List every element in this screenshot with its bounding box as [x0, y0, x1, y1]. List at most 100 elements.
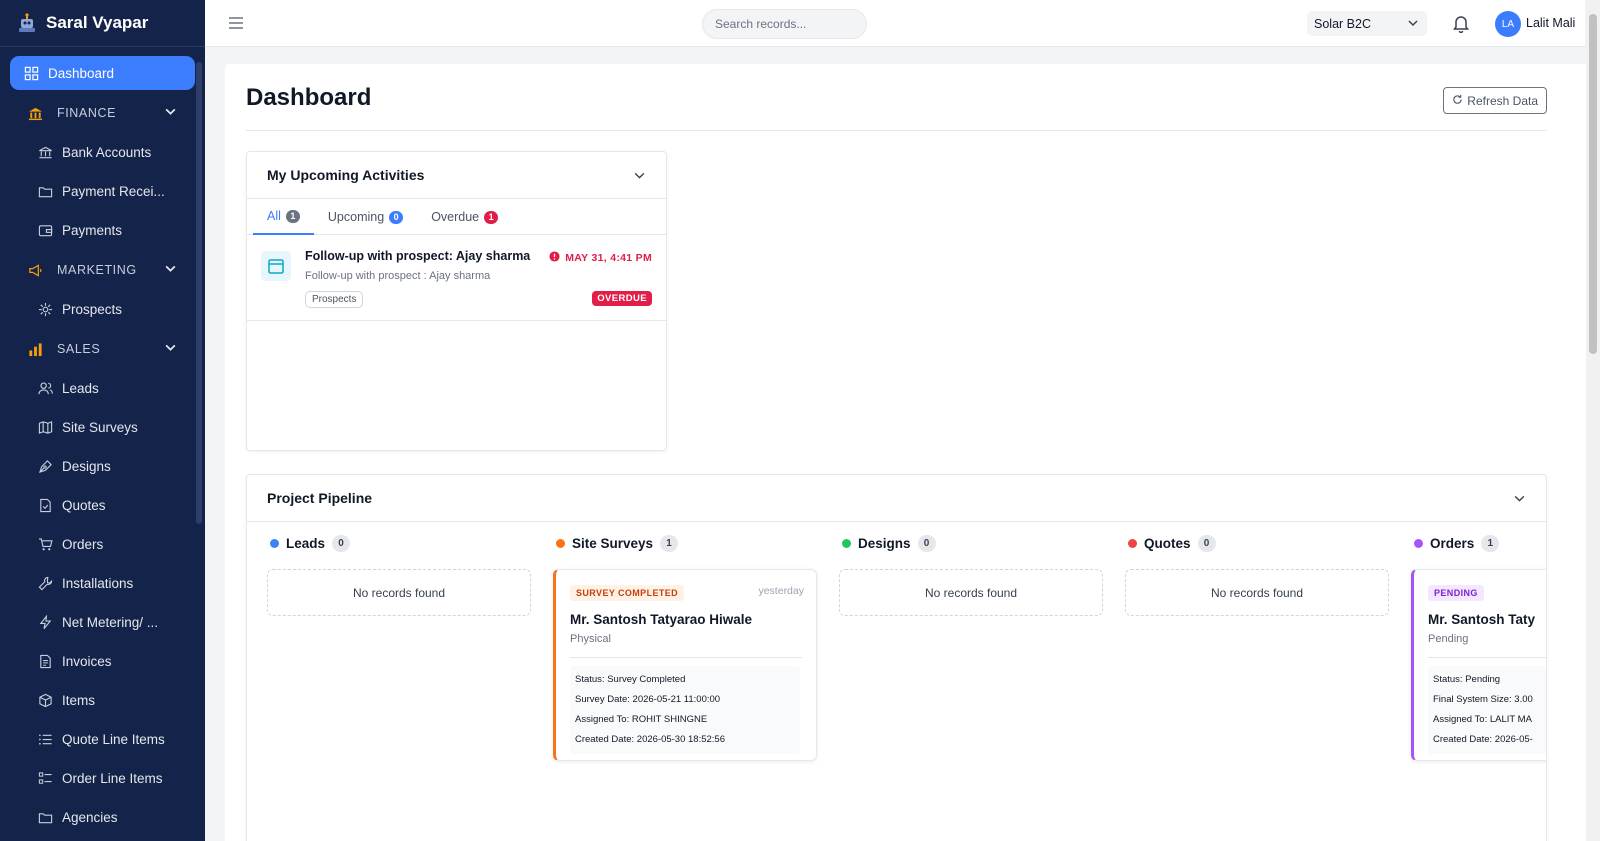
- sidebar-item-quotes[interactable]: Quotes: [10, 488, 195, 522]
- lightning-icon: [38, 614, 53, 630]
- tab-count: 0: [389, 210, 404, 224]
- sidebar-item-net-metering[interactable]: Net Metering/ ...: [10, 605, 195, 639]
- record-name[interactable]: Mr. Santosh Tatyarao Hiwale: [570, 612, 752, 627]
- column-title: Orders: [1430, 536, 1475, 551]
- status-dot: [1414, 539, 1423, 548]
- activity-date-text: MAY 31, 4:41 PM: [565, 252, 652, 264]
- sidebar-item-leads[interactable]: Leads: [10, 371, 195, 405]
- record-type: Pending: [1428, 633, 1469, 645]
- tab-label: All: [267, 209, 281, 223]
- sidebar-item-label: Orders: [62, 536, 104, 552]
- bar-chart-icon: [28, 342, 43, 357]
- column-header: Leads 0: [270, 535, 351, 552]
- status-dot: [842, 539, 851, 548]
- sidebar-item-dashboard[interactable]: Dashboard: [10, 56, 195, 90]
- record-divider: [570, 657, 802, 658]
- sidebar-item-label: Prospects: [62, 301, 123, 317]
- record-time: yesterday: [758, 585, 804, 597]
- menu-icon[interactable]: [228, 15, 244, 31]
- sidebar-section-marketing[interactable]: MARKETING: [10, 253, 195, 287]
- topbar: Solar B2C LA Lalit Mali: [205, 0, 1585, 47]
- sidebar-item-agencies[interactable]: Agencies: [10, 800, 195, 834]
- sidebar-item-payments[interactable]: Payments: [10, 213, 195, 247]
- sidebar-section-sales[interactable]: SALES: [10, 332, 195, 366]
- record-details: Status: Pending Final System Size: 3.00 …: [1428, 666, 1546, 754]
- page-scrollbar[interactable]: [1586, 0, 1600, 841]
- robot-logo-icon: [16, 12, 38, 34]
- box-icon: [38, 693, 53, 708]
- sidebar-item-quote-line-items[interactable]: Quote Line Items: [10, 722, 195, 756]
- sidebar-item-label: Payments: [62, 222, 123, 238]
- record-detail-line: Status: Pending: [1433, 674, 1501, 685]
- status-dot: [556, 539, 565, 548]
- refresh-icon: [1452, 94, 1463, 108]
- order-record-card[interactable]: PENDING Mr. Santosh Taty Pending Status:…: [1411, 569, 1546, 761]
- chevron-down-icon: [1407, 17, 1419, 32]
- sidebar-item-orders[interactable]: Orders: [10, 527, 195, 561]
- tab-count: 1: [285, 209, 300, 223]
- activities-header[interactable]: My Upcoming Activities: [247, 152, 666, 199]
- sidebar-item-installations[interactable]: Installations: [10, 566, 195, 600]
- record-divider: [1428, 657, 1546, 658]
- users-icon: [38, 381, 53, 396]
- tab-all[interactable]: All 1: [253, 199, 314, 235]
- refresh-data-button[interactable]: Refresh Data: [1443, 87, 1547, 114]
- folder-icon: [38, 184, 53, 199]
- chevron-down-icon[interactable]: [633, 169, 646, 185]
- sidebar-item-label: Net Metering/ ...: [62, 614, 159, 630]
- user-name[interactable]: Lalit Mali: [1526, 16, 1575, 30]
- sidebar-item-label: Designs: [62, 458, 111, 474]
- tab-overdue[interactable]: Overdue 1: [417, 199, 512, 235]
- column-title: Leads: [286, 536, 326, 551]
- tab-upcoming[interactable]: Upcoming 0: [314, 199, 417, 235]
- bell-icon[interactable]: [1452, 14, 1470, 34]
- sidebar-section-finance[interactable]: FINANCE: [10, 96, 195, 130]
- sidebar-item-label: Order Line Items: [62, 770, 163, 786]
- upcoming-activities-card: My Upcoming Activities All 1 Upcoming 0 …: [246, 151, 667, 451]
- status-badge: PENDING: [1428, 585, 1484, 601]
- status-badge: SURVEY COMPLETED: [570, 585, 685, 601]
- sidebar-item-payment-receipts[interactable]: Payment Recei...: [10, 174, 195, 208]
- chevron-down-icon[interactable]: [1513, 492, 1526, 508]
- column-header: Orders 1: [1414, 535, 1500, 552]
- activity-item[interactable]: Follow-up with prospect: Ajay sharma Fol…: [247, 235, 666, 321]
- column-count: 1: [660, 535, 679, 552]
- sidebar-item-designs[interactable]: Designs: [10, 449, 195, 483]
- megaphone-icon: [28, 263, 43, 278]
- survey-record-card[interactable]: SURVEY COMPLETED yesterday Mr. Santosh T…: [553, 569, 817, 761]
- activity-date: MAY 31, 4:41 PM: [549, 251, 652, 265]
- sidebar-item-invoices[interactable]: Invoices: [10, 644, 195, 678]
- record-name[interactable]: Mr. Santosh Taty: [1428, 612, 1535, 627]
- sidebar-item-items[interactable]: Items: [10, 683, 195, 717]
- map-icon: [38, 420, 53, 435]
- pen-tool-icon: [38, 459, 53, 474]
- sidebar-item-label: Dashboard: [48, 65, 115, 81]
- wrench-icon: [38, 576, 53, 591]
- sidebar-item-order-line-items[interactable]: Order Line Items: [10, 761, 195, 795]
- scrollbar-thumb[interactable]: [1589, 14, 1597, 354]
- section-label: SALES: [57, 342, 101, 356]
- brand[interactable]: Saral Vyapar: [0, 0, 205, 47]
- org-select[interactable]: Solar B2C: [1307, 11, 1427, 36]
- bank-icon: [28, 106, 43, 121]
- avatar[interactable]: LA: [1495, 11, 1521, 37]
- main-content: Dashboard Refresh Data My Upcoming Activ…: [225, 64, 1587, 841]
- empty-state: No records found: [267, 569, 531, 616]
- record-detail-line: Created Date: 2026-05-: [1433, 734, 1533, 745]
- column-count: 0: [332, 535, 351, 552]
- sidebar-item-bank-accounts[interactable]: Bank Accounts: [10, 135, 195, 169]
- search-input[interactable]: [702, 9, 867, 39]
- sidebar-scrollbar[interactable]: [196, 62, 202, 524]
- sidebar-item-prospects[interactable]: Prospects: [10, 292, 195, 326]
- sidebar-item-site-surveys[interactable]: Site Surveys: [10, 410, 195, 444]
- file-text-icon: [38, 654, 53, 669]
- sidebar-item-label: Agencies: [62, 809, 118, 825]
- pipeline-header[interactable]: Project Pipeline: [247, 475, 1546, 522]
- sidebar-nav: Dashboard FINANCE Bank Accounts Payment …: [0, 47, 205, 834]
- calendar-icon: [261, 251, 291, 281]
- pipeline-columns: Leads 0 No records found Site Surveys 1 …: [247, 523, 1546, 841]
- activity-title[interactable]: Follow-up with prospect: Ajay sharma: [305, 249, 530, 263]
- empty-state: No records found: [1125, 569, 1389, 616]
- bank-outline-icon: [38, 145, 53, 160]
- record-details: Status: Survey Completed Survey Date: 20…: [570, 666, 800, 754]
